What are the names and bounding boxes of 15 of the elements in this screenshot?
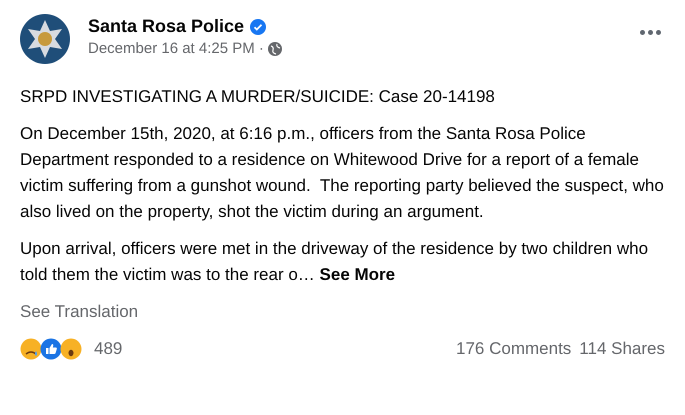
post-timestamp[interactable]: December 16 at 4:25 PM ·	[88, 40, 264, 57]
globe-icon	[268, 42, 282, 56]
post-paragraph: Upon arrival, officers were met in the driveway of the residence by two children who told them the victim was to the rear o… See More	[20, 238, 650, 286]
page-name[interactable]: Santa Rosa Police	[88, 16, 244, 37]
see-more-link[interactable]: See More	[320, 265, 396, 284]
post-paragraph: On December 15th, 2020, at 6:16 p.m., officers from the Santa Rosa Police Department responded to a residence on Whitewood Drive for a report of a female victim suffering from a gunshot wound. The reporting party believed the suspect, who also lived on the property, shot the victim during an argument.	[20, 123, 665, 223]
police-badge-avatar[interactable]	[20, 14, 70, 64]
sad-reaction-icon[interactable]	[20, 338, 42, 360]
reaction-count[interactable]: 489	[94, 339, 122, 359]
wow-reaction-icon[interactable]	[60, 338, 82, 360]
post-headline: SRPD INVESTIGATING A MURDER/SUICIDE: Case 20-14198	[20, 86, 496, 108]
see-translation-link[interactable]: See Translation	[20, 302, 138, 322]
like-reaction-icon[interactable]	[40, 338, 62, 360]
shares-count[interactable]: 114 Shares	[579, 339, 665, 359]
comments-count[interactable]: 176 Comments	[456, 339, 572, 359]
